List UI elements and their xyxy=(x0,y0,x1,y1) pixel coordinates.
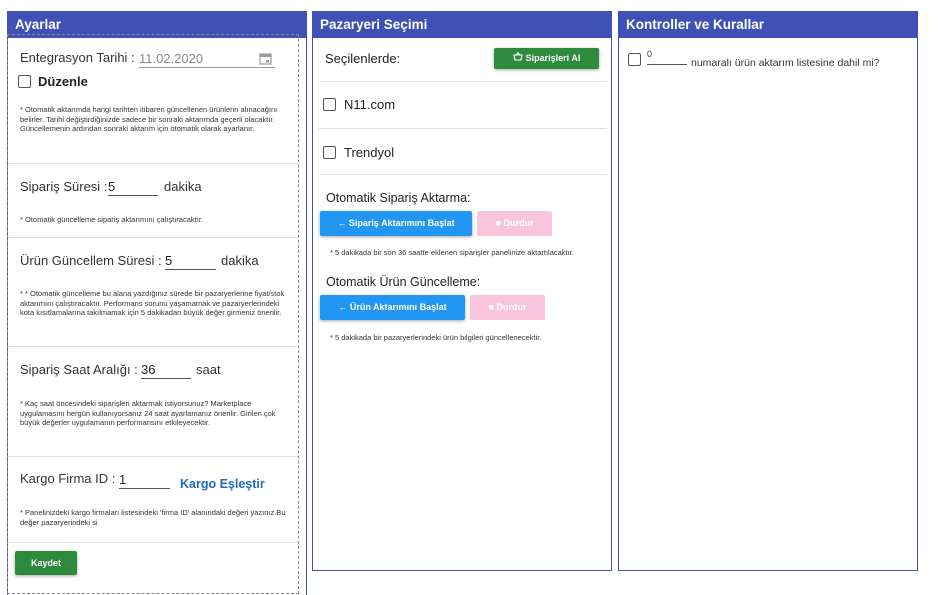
auto-product-note: * 5 dakikada bir pazaryerlerindeki ürün … xyxy=(330,333,542,342)
order-interval-input[interactable]: 5 xyxy=(108,178,158,196)
calendar-icon[interactable] xyxy=(259,52,272,65)
marketplace-item-trendyol: Trendyol xyxy=(344,145,395,160)
start-product-transfer-button[interactable]: ← Ürün Aktarımını Başlat xyxy=(320,295,465,320)
rule-number-input[interactable]: 0 xyxy=(647,49,687,65)
cargo-match-link[interactable]: Kargo Eşleştir xyxy=(180,477,265,491)
edit-label: Düzenle xyxy=(38,74,88,89)
stop-product-transfer-button[interactable]: ■ Durdur xyxy=(470,295,545,320)
integration-date-label: Entegrasyon Tarihi : xyxy=(20,50,135,65)
product-update-note: * * Otomatik güncelleme bu alana yazdığı… xyxy=(20,289,285,318)
settings-form: Entegrasyon Tarihi : 11.02.2020 Düzenle … xyxy=(7,34,299,594)
marketplace-panel-title: Pazaryeri Seçimi xyxy=(313,12,611,38)
cargo-note: * Panelinizdeki kargo firmaları listesin… xyxy=(20,508,286,527)
get-orders-button[interactable]: Siparişleri Al xyxy=(494,48,599,69)
controls-panel: Kontroller ve Kurallar 0 numaralı ürün a… xyxy=(618,11,918,571)
marketplace-checkbox-trendyol[interactable] xyxy=(323,146,336,159)
rule-checkbox[interactable] xyxy=(628,53,641,66)
rule-text: numaralı ürün aktarım listesine dahil mi… xyxy=(691,57,880,69)
integration-date-input[interactable]: 11.02.2020 xyxy=(139,50,275,68)
product-update-label: Ürün Güncellem Süresi : xyxy=(20,253,162,268)
cargo-id-input[interactable]: 1 xyxy=(119,471,170,489)
save-button[interactable]: Kaydet xyxy=(15,551,77,575)
order-hours-label: Sipariş Saat Aralığı : xyxy=(20,362,138,377)
cargo-id-label: Kargo Firma ID : xyxy=(20,471,116,486)
start-order-transfer-button[interactable]: ← Sipariş Aktarımını Başlat xyxy=(320,211,472,236)
marketplace-panel: Pazaryeri Seçimi Seçilenlerde: Siparişle… xyxy=(312,11,612,571)
auto-product-title: Otomatik Ürün Güncelleme: xyxy=(326,275,481,289)
order-hours-input[interactable]: 36 xyxy=(141,361,191,379)
order-hours-note: * Kaç saat öncesindeki siparişleri aktar… xyxy=(20,399,276,428)
marketplace-item-n11: N11.com xyxy=(344,97,396,112)
marketplace-checkbox-n11[interactable] xyxy=(323,98,336,111)
auto-order-note: * 5 dakikada bir son 36 saatte eklenen s… xyxy=(330,248,574,257)
basket-icon xyxy=(512,48,523,69)
auto-order-title: Otomatik Sipariş Aktarma: xyxy=(326,191,471,205)
edit-checkbox[interactable] xyxy=(18,75,31,88)
order-interval-label: Sipariş Süresi : xyxy=(20,179,108,194)
product-update-unit: dakika xyxy=(221,253,259,268)
integration-note: * Otomatik aktarımda hangi tarihten itib… xyxy=(20,105,278,134)
order-interval-note: * Otomatik güncelleme sipariş aktarımını… xyxy=(20,215,203,224)
product-update-input[interactable]: 5 xyxy=(165,252,216,270)
order-hours-unit: saat xyxy=(196,362,221,377)
selected-label: Seçilenlerde: xyxy=(325,51,401,66)
get-orders-label: Siparişleri Al xyxy=(525,53,581,63)
stop-order-transfer-button[interactable]: ■ Durdur xyxy=(477,211,552,236)
order-interval-unit: dakika xyxy=(164,179,202,194)
controls-panel-title: Kontroller ve Kurallar xyxy=(619,12,917,38)
